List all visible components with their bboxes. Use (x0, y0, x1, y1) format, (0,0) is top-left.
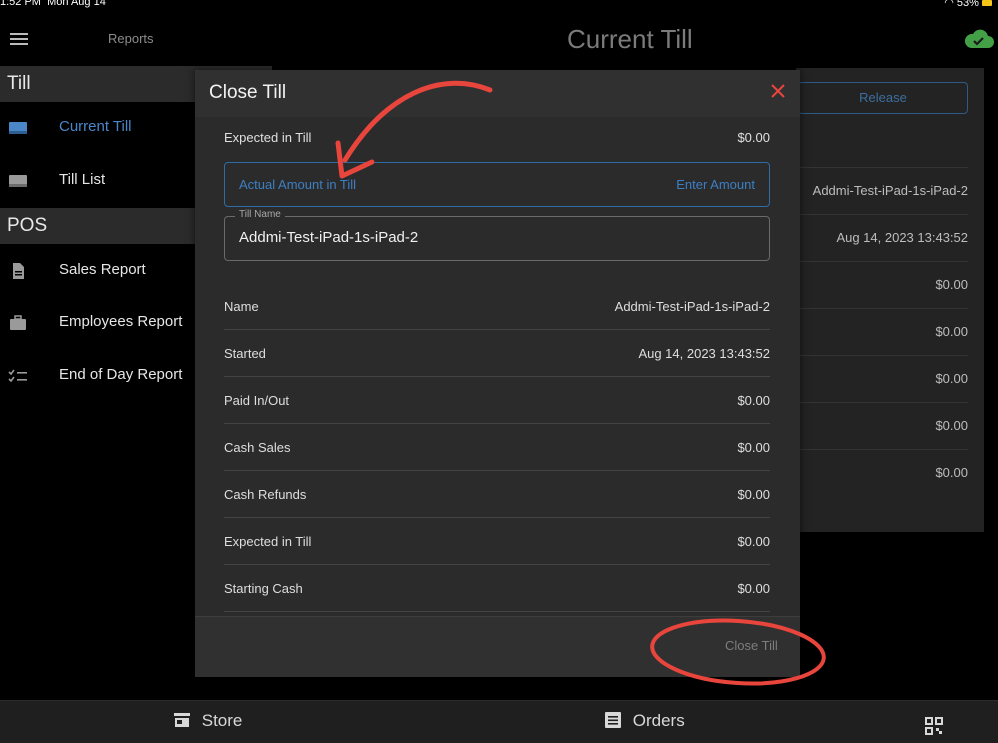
close-till-dialog: Close Till Expected in Till $0.00 Actual… (195, 70, 800, 677)
till-name-value: Addmi-Test-iPad-1s-iPad-2 (239, 229, 419, 246)
status-indicators: ◠ 53% (944, 0, 992, 9)
row-value: $0.00 (737, 393, 770, 408)
sidebar-item-label: Current Till (59, 118, 132, 135)
expected-in-till-label: Expected in Till (224, 130, 312, 145)
sidebar-item-label: End of Day Report (59, 366, 183, 383)
tab-store[interactable]: Store (173, 711, 242, 731)
till-name-label: Till Name (235, 209, 285, 220)
till-info-value: $0.00 (796, 308, 968, 355)
briefcase-icon (10, 315, 26, 330)
row-label: Expected in Till (224, 534, 312, 549)
cloud-check-icon (964, 29, 994, 48)
summary-row-expected: Expected in Till $0.00 (224, 518, 770, 565)
status-date: Mon Aug 14 (47, 0, 106, 8)
till-info-value: Addmi-Test-iPad-1s-iPad-2 (796, 167, 968, 214)
row-label: Starting Cash (224, 581, 303, 596)
row-label: Name (224, 299, 259, 314)
row-value: $0.00 (737, 440, 770, 455)
summary-row-name: Name Addmi-Test-iPad-1s-iPad-2 (224, 283, 770, 330)
close-icon[interactable] (769, 82, 787, 100)
tab-orders[interactable]: Orders (604, 711, 685, 731)
row-label: Cash Sales (224, 440, 291, 455)
store-icon (174, 713, 190, 727)
till-icon (9, 175, 27, 187)
till-info-value: $0.00 (796, 449, 968, 496)
menu-icon[interactable] (10, 33, 28, 45)
bottom-tab-bar: Store Orders (0, 700, 998, 743)
close-till-button[interactable]: Close Till (725, 638, 778, 653)
summary-row-paid-in-out: Paid In/Out $0.00 (224, 377, 770, 424)
sidebar-title: Reports (108, 31, 154, 46)
actual-amount-label: Actual Amount in Till (239, 177, 357, 192)
battery-icon (982, 0, 992, 6)
row-label: Cash Refunds (224, 487, 307, 502)
tab-label: Orders (632, 711, 685, 730)
tab-label: Store (201, 711, 243, 730)
till-info-value: $0.00 (796, 355, 968, 402)
till-name-input[interactable]: Till Name Addmi-Test-iPad-1s-iPad-2 (224, 209, 770, 261)
row-value: $0.00 (737, 487, 770, 502)
footer-divider (195, 616, 800, 617)
qr-code-icon[interactable] (925, 717, 943, 735)
document-icon (13, 263, 24, 279)
release-button[interactable]: Release (798, 82, 968, 114)
summary-row-cash-refunds: Cash Refunds $0.00 (224, 471, 770, 518)
wifi-icon: ◠ (944, 0, 954, 9)
row-value: Addmi-Test-iPad-1s-iPad-2 (614, 299, 770, 314)
page-title: Current Till (567, 24, 693, 54)
orders-icon (605, 712, 621, 728)
checklist-icon (8, 369, 27, 383)
row-value: $0.00 (737, 534, 770, 549)
sidebar-item-label: Till List (59, 171, 106, 188)
row-value: Aug 14, 2023 13:43:52 (638, 346, 770, 361)
battery-percent: 53% (956, 0, 979, 9)
row-label: Started (224, 346, 266, 361)
summary-row-started: Started Aug 14, 2023 13:43:52 (224, 330, 770, 377)
summary-row-starting-cash: Starting Cash $0.00 (224, 565, 770, 612)
amount-placeholder: Enter Amount (676, 177, 755, 192)
status-time: 1:52 PM Mon Aug 14 (0, 0, 106, 8)
sidebar-item-label: Employees Report (59, 313, 183, 330)
row-label: Paid In/Out (224, 393, 290, 408)
till-icon (9, 122, 27, 134)
actual-amount-input[interactable]: Actual Amount in Till Enter Amount (224, 162, 770, 207)
sidebar-item-label: Sales Report (59, 261, 146, 278)
row-value: $0.00 (737, 581, 770, 596)
till-info-value: $0.00 (796, 402, 968, 449)
till-info-value: Aug 14, 2023 13:43:52 (796, 214, 968, 261)
dialog-title: Close Till (209, 82, 287, 103)
till-info-value: $0.00 (796, 261, 968, 308)
expected-in-till-value: $0.00 (737, 130, 770, 145)
summary-row-cash-sales: Cash Sales $0.00 (224, 424, 770, 471)
